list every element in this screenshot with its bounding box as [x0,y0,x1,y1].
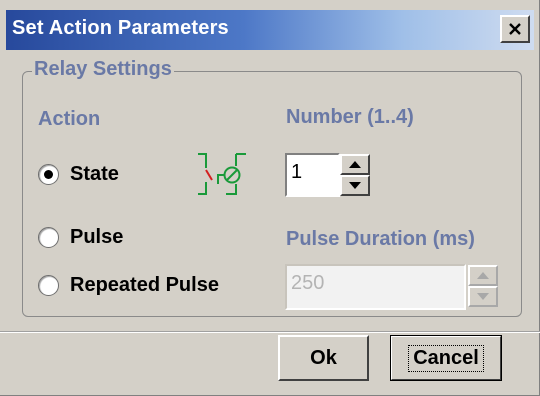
close-icon [509,23,521,35]
cancel-button-label: Cancel [408,344,484,372]
close-button[interactable] [500,15,530,43]
radio-label-pulse: Pulse [70,226,124,248]
radio-repeated-pulse[interactable]: Repeated Pulse [38,274,219,297]
radio-label-repeated-pulse: Repeated Pulse [70,274,219,296]
radio-button[interactable] [38,227,59,248]
spin-down-icon [349,182,361,189]
action-heading: Action [38,108,101,130]
pulse-duration-input[interactable]: 250 [285,264,466,310]
radio-button[interactable] [38,164,59,185]
dialog-separator [0,331,540,333]
number-input[interactable]: 1 [285,153,340,197]
radio-button[interactable] [38,275,59,296]
spin-down-icon [477,293,489,300]
number-heading: Number (1..4) [286,106,414,128]
ok-button-label: Ok [310,346,337,369]
cancel-button[interactable]: Cancel [390,335,502,381]
number-decrement-button[interactable] [340,175,370,196]
title-bar[interactable]: Set Action Parameters [6,10,534,50]
spin-up-icon [349,161,361,168]
radio-state[interactable]: State [38,163,119,186]
pulse-duration-heading: Pulse Duration (ms) [286,228,475,250]
relay-icon [198,153,246,195]
pulse-duration-decrement-button[interactable] [468,286,498,307]
pulse-duration-increment-button[interactable] [468,265,498,286]
radio-label-state: State [70,163,119,185]
dialog-window: Set Action Parameters Relay Settings Act… [0,0,540,396]
ok-button[interactable]: Ok [278,335,369,381]
spin-up-icon [477,272,489,279]
group-title: Relay Settings [32,58,174,81]
radio-selected-dot [44,170,53,179]
number-increment-button[interactable] [340,154,370,175]
window-title: Set Action Parameters [12,17,229,39]
radio-pulse[interactable]: Pulse [38,226,123,249]
